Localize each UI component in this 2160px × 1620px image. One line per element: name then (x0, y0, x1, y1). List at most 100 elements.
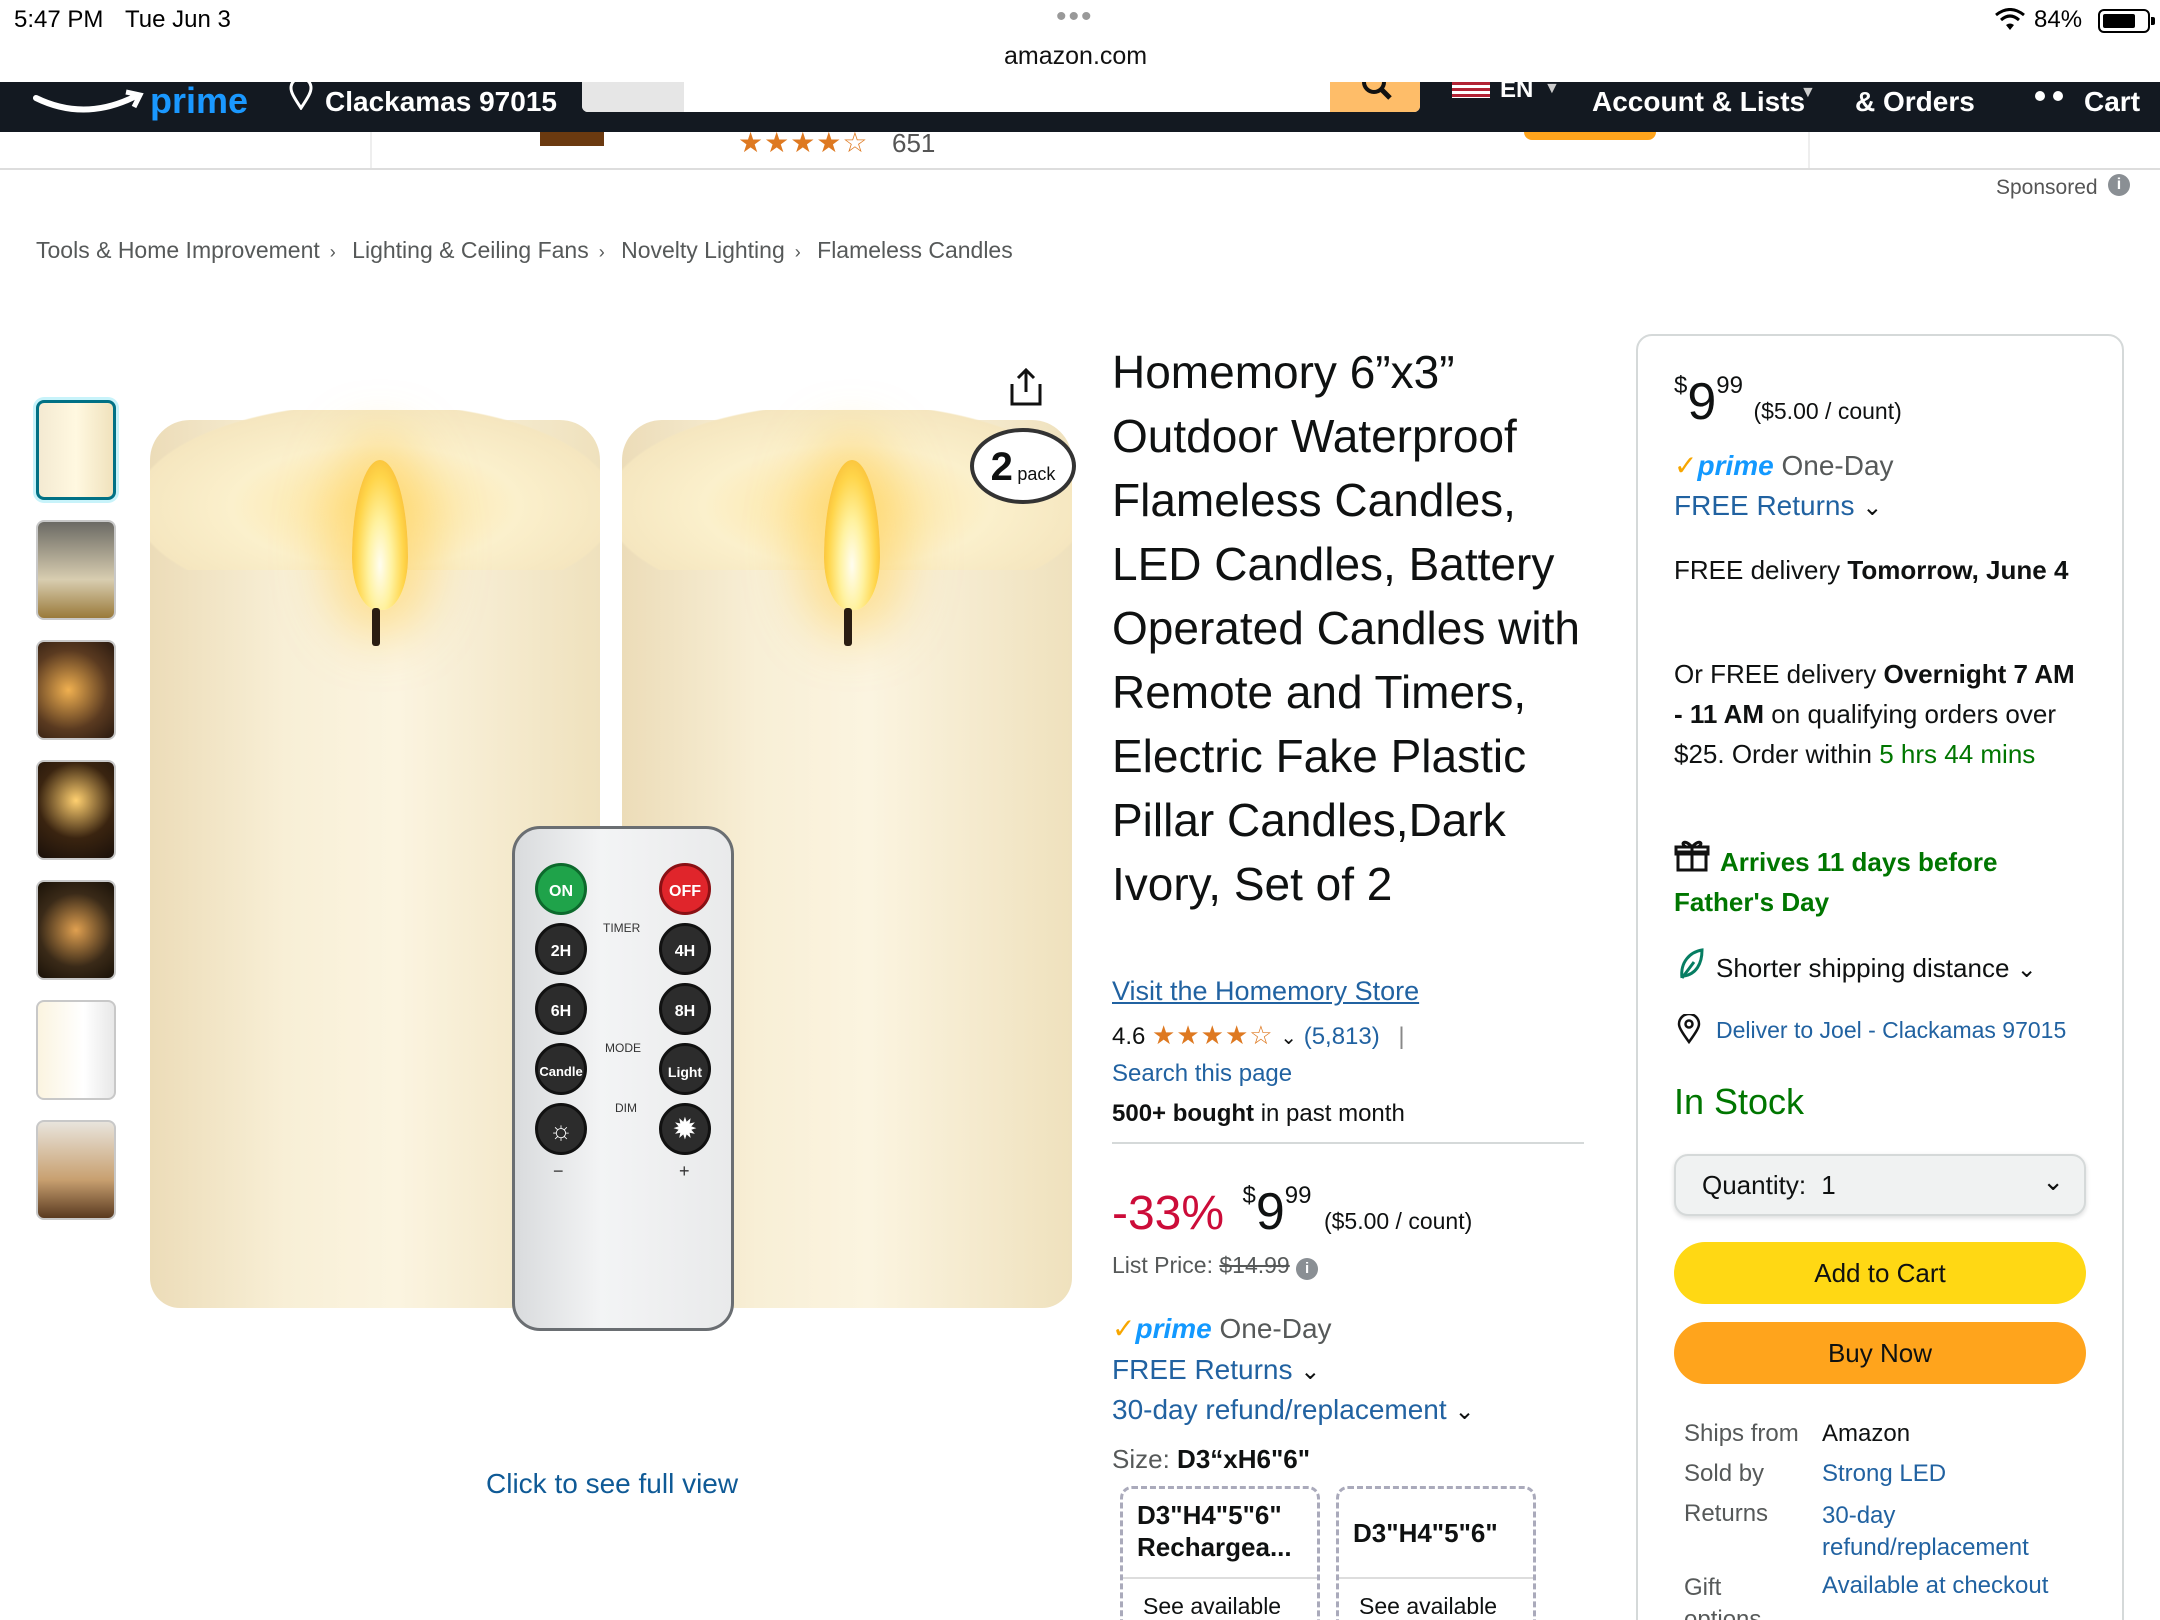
nav-location[interactable]: Clackamas 97015 (325, 86, 557, 118)
bought-count: 500+ bought (1112, 1100, 1255, 1127)
deliver-to-link[interactable]: Deliver to Joel - Clackamas 97015 (1716, 1010, 2066, 1050)
breadcrumb-lighting[interactable]: Lighting & Ceiling Fans (352, 237, 589, 263)
brightness-high-icon: ✹ (659, 1103, 711, 1155)
fast-delivery-prefix: Or FREE delivery (1674, 659, 1877, 689)
status-bar: 5:47 PM Tue Jun 3 ••• amazon.com 84% (0, 0, 2160, 82)
chevron-right-icon: › (794, 242, 801, 262)
remote-mode-label: MODE (605, 1041, 641, 1055)
free-returns-label: FREE Returns (1112, 1354, 1293, 1385)
search-input[interactable] (582, 82, 1420, 112)
remote-control: ON OFF TIMER 2H 4H 6H 8H MODE Candle Lig… (512, 826, 734, 1331)
bought-period: in past month (1260, 1100, 1405, 1127)
chevron-down-icon: ▼ (1800, 84, 1816, 101)
chevron-down-icon: ⌄ (2042, 1166, 2064, 1196)
banner-shop-button[interactable] (1524, 132, 1656, 140)
search-button[interactable] (1330, 82, 1420, 112)
buybox-price: $999 ($5.00 / count) (1674, 372, 1902, 432)
info-icon[interactable]: i (2108, 174, 2130, 196)
remote-8h-button: 8H (659, 983, 711, 1035)
location-pin-icon (1677, 1014, 1701, 1044)
quantity-label: Quantity: (1702, 1170, 1807, 1200)
buy-now-button[interactable]: Buy Now (1674, 1322, 2086, 1384)
cart-link[interactable]: Cart (2084, 86, 2140, 118)
prime-label: prime (1697, 450, 1774, 481)
seller-link[interactable]: Strong LED (1822, 1460, 1946, 1488)
chevron-down-icon: ⌄ (1454, 1398, 1475, 1425)
order-countdown: 5 hrs 44 mins (1879, 739, 2036, 769)
unit-price: ($5.00 / count) (1753, 398, 1902, 424)
cart-icon[interactable] (2028, 82, 2068, 104)
stock-status: In Stock (1674, 1081, 1805, 1122)
remote-dim-label: DIM (615, 1101, 637, 1115)
sponsored-label: Sponsored (1996, 176, 2098, 199)
remote-timer-label: TIMER (603, 921, 641, 935)
chevron-down-icon[interactable]: ⌄ (1280, 1027, 1297, 1049)
list-price-value: $14.99 (1219, 1252, 1290, 1278)
gift-options-link[interactable]: Available at checkout (1822, 1572, 2048, 1600)
size-option[interactable]: D3"H4"5"6" See available (1336, 1486, 1536, 1620)
rating-stars[interactable]: ★★★★☆ (1152, 1020, 1274, 1050)
amazon-smile-logo-icon[interactable] (30, 82, 145, 122)
tab-dots-icon[interactable]: ••• (1056, 0, 1094, 34)
account-lists-link[interactable]: Account & Lists (1592, 86, 1805, 118)
free-returns-label: FREE Returns (1674, 490, 1855, 521)
image-thumbnail[interactable] (36, 1000, 116, 1100)
url-bar[interactable]: amazon.com (1004, 42, 1147, 71)
status-date: Tue Jun 3 (125, 6, 231, 33)
chevron-down-icon: ⌄ (2016, 956, 2037, 983)
quantity-select[interactable]: Quantity: 1 ⌄ (1674, 1154, 2086, 1216)
prime-badge: ✓prime One-Day (1112, 1312, 1332, 1345)
prime-logo-text: prime (150, 82, 249, 121)
meta-key-gift-options: Gift options (1684, 1574, 1762, 1620)
buybox-free-returns-link[interactable]: FREE Returns ⌄ (1674, 486, 1882, 528)
image-thumbnail[interactable] (36, 880, 116, 980)
language-selector[interactable]: EN (1500, 82, 1533, 104)
image-thumbnail[interactable] (36, 520, 116, 620)
pack-number: 2 (990, 445, 1013, 489)
shipping-distance-toggle[interactable]: Shorter shipping distance ⌄ (1716, 948, 2037, 990)
price-whole: 9 (1687, 373, 1717, 431)
chevron-right-icon: › (329, 242, 336, 262)
search-category-dropdown[interactable] (582, 82, 684, 112)
product-title: Homemory 6”x3” Outdoor Waterproof Flamel… (1112, 346, 1580, 910)
list-price-row: List Price: $14.99 i (1112, 1252, 1319, 1280)
orders-link[interactable]: & Orders (1855, 86, 1975, 118)
image-thumbnail[interactable] (36, 1120, 116, 1220)
remote-light-button: Light (659, 1043, 711, 1095)
returns-policy-link[interactable]: 30-day refund/replacement (1822, 1500, 2062, 1564)
image-thumbnail[interactable] (36, 400, 116, 500)
remote-off-button: OFF (659, 863, 711, 915)
review-count-link[interactable]: (5,813) (1304, 1023, 1380, 1050)
size-row: Size: D3“xH6"6" (1112, 1444, 1310, 1475)
rating-value: 4.6 (1112, 1023, 1146, 1050)
info-icon[interactable]: i (1296, 1258, 1319, 1280)
price-symbol: $ (1242, 1182, 1256, 1209)
banner-rating-stars: ★★★★☆ (738, 127, 869, 158)
breadcrumb-tools[interactable]: Tools & Home Improvement (36, 237, 320, 263)
image-thumbnail[interactable] (36, 760, 116, 860)
discount-percent: -33% (1112, 1187, 1225, 1240)
add-to-cart-button[interactable]: Add to Cart (1674, 1242, 2086, 1304)
prime-check-icon: ✓ (1674, 450, 1698, 481)
price-fraction: 99 (1716, 372, 1743, 399)
sponsored-banner[interactable]: ★★★★☆ 651 (0, 127, 2160, 170)
breadcrumb: Tools & Home Improvement › Lighting & Cei… (36, 237, 1013, 264)
search-page-link[interactable]: Search this page (1112, 1060, 1292, 1088)
fast-delivery-overnight: Overnight (1883, 659, 2007, 689)
main-product-image[interactable]: ON OFF TIMER 2H 4H 6H 8H MODE Candle Lig… (150, 400, 1080, 1360)
fast-delivery-info: Or FREE delivery Overnight 7 AM - 11 AM … (1674, 654, 2086, 774)
image-thumbnail[interactable] (36, 640, 116, 740)
size-option-availability: See available (1123, 1577, 1317, 1620)
breadcrumb-flameless-candles[interactable]: Flameless Candles (817, 237, 1013, 263)
battery-icon (2098, 9, 2155, 33)
wifi-icon (1995, 8, 2025, 30)
full-view-link[interactable]: Click to see full view (486, 1468, 738, 1500)
refund-link[interactable]: 30-day refund/replacement ⌄ (1112, 1394, 1475, 1426)
status-time: 5:47 PM (14, 6, 104, 33)
breadcrumb-novelty-lighting[interactable]: Novelty Lighting (621, 237, 785, 263)
size-value: D3“xH6"6" (1177, 1444, 1311, 1474)
store-link[interactable]: Visit the Homemory Store (1112, 976, 1419, 1007)
price-whole: 9 (1255, 1183, 1285, 1241)
free-returns-link[interactable]: FREE Returns ⌄ (1112, 1354, 1320, 1386)
size-option[interactable]: D3"H4"5"6" Rechargea... See available (1120, 1486, 1320, 1620)
